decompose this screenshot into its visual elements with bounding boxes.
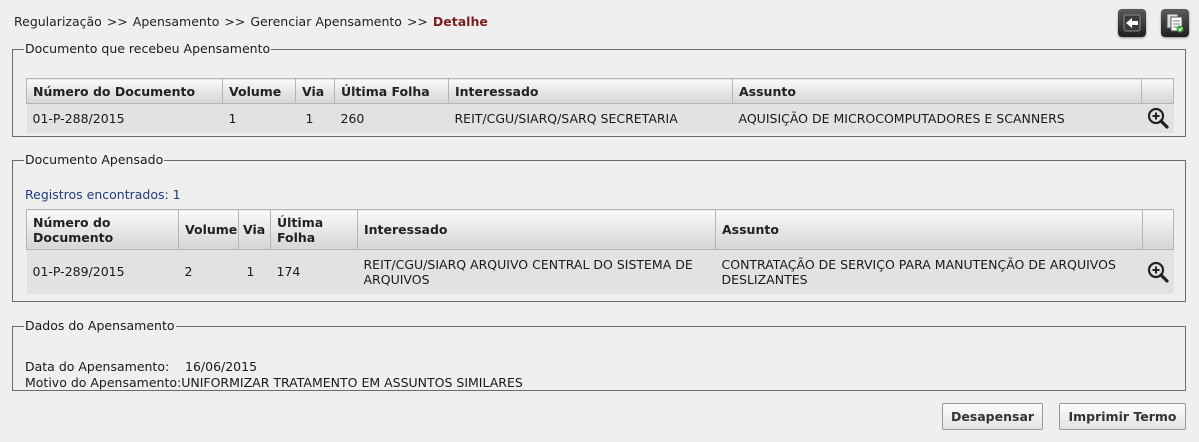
attachment-data-section: Dados do Apensamento Data do Apensamento… [12,319,1186,391]
section-legend: Documento que recebeu Apensamento [25,41,271,56]
cell-via: 1 [238,249,271,294]
breadcrumb-separator: >> [224,14,246,29]
col-header-actions [1141,78,1174,104]
cell-numero: 01-P-289/2015 [26,249,179,294]
breadcrumb-item-regularizacao[interactable]: Regularização [14,14,102,29]
print-term-button[interactable]: Imprimir Termo [1059,403,1186,430]
table-header-row: Número do Documento Volume Via Última Fo… [26,78,1174,104]
col-header-via[interactable]: Via [295,78,335,104]
col-header-interessado[interactable]: Interessado [448,78,733,104]
attachment-date-label: Data do Apensamento: [25,359,170,374]
cell-interessado: REIT/CGU/SIARQ/SARQ SECRETARIA [448,103,733,133]
cell-assunto: AQUISIÇÃO DE MICROCOMPUTADORES E SCANNER… [732,103,1142,133]
back-button[interactable] [1118,9,1146,37]
col-header-numero[interactable]: Número do Documento [26,209,179,250]
copy-document-icon [1166,13,1184,33]
col-header-actions [1142,209,1174,250]
col-header-via[interactable]: Via [238,209,271,250]
section-legend: Documento Apensado [25,152,164,167]
zoom-in-icon[interactable] [1146,106,1170,130]
cell-volume: 2 [178,249,239,294]
table-header-row: Número do Documento Volume Via Última Fo… [26,209,1174,250]
receiver-table: Número do Documento Volume Via Última Fo… [26,78,1174,133]
attachment-reason-value: UNIFORMIZAR TRATAMENTO EM ASSUNTOS SIMIL… [181,375,523,390]
breadcrumb-separator: >> [406,14,428,29]
breadcrumb-item-apensamento[interactable]: Apensamento [133,14,220,29]
breadcrumb-separator: >> [106,14,128,29]
attachment-date-value: 16/06/2015 [185,359,258,374]
attachment-date-row: Data do Apensamento: 16/06/2015 [25,359,257,374]
attached-document-section: Documento Apensado Registros encontrados… [12,153,1186,302]
records-count: Registros encontrados: 1 [25,187,181,202]
zoom-in-icon[interactable] [1146,260,1170,284]
col-header-volume[interactable]: Volume [178,209,239,250]
detach-button[interactable]: Desapensar [942,403,1043,430]
breadcrumb-current: Detalhe [432,14,488,29]
cell-ultima-folha: 260 [334,103,449,133]
table-row: 01-P-289/2015 2 1 174 REIT/CGU/SIARQ ARQ… [26,249,1174,294]
receiver-document-section: Documento que recebeu Apensamento Número… [12,42,1186,137]
attachment-reason-label: Motivo do Apensamento: [25,375,182,390]
cell-interessado: REIT/CGU/SIARQ ARQUIVO CENTRAL DO SISTEM… [357,249,716,294]
table-row: 01-P-288/2015 1 1 260 REIT/CGU/SIARQ/SAR… [26,103,1174,133]
cell-ultima-folha: 174 [270,249,358,294]
col-header-assunto[interactable]: Assunto [732,78,1142,104]
cell-numero: 01-P-288/2015 [26,103,223,133]
copy-button[interactable] [1161,9,1189,37]
col-header-numero[interactable]: Número do Documento [26,78,223,104]
cell-via: 1 [295,103,335,133]
cell-actions [1142,249,1174,294]
col-header-volume[interactable]: Volume [222,78,296,104]
cell-volume: 1 [222,103,296,133]
col-header-interessado[interactable]: Interessado [357,209,716,250]
section-legend: Dados do Apensamento [25,318,175,333]
col-header-assunto[interactable]: Assunto [715,209,1143,250]
breadcrumb-item-gerenciar[interactable]: Gerenciar Apensamento [250,14,402,29]
attached-table: Número do Documento Volume Via Última Fo… [26,209,1174,294]
col-header-ultima-folha[interactable]: Última Folha [270,209,358,250]
cell-actions [1141,103,1174,133]
attachment-reason-row: Motivo do Apensamento:UNIFORMIZAR TRATAM… [25,375,523,390]
breadcrumb: Regularização >> Apensamento >> Gerenciar Ap… [14,14,488,29]
back-arrow-icon [1123,14,1141,32]
cell-assunto: CONTRATAÇÃO DE SERVIÇO PARA MANUTENÇÃO D… [715,249,1143,294]
col-header-ultima-folha[interactable]: Última Folha [334,78,449,104]
